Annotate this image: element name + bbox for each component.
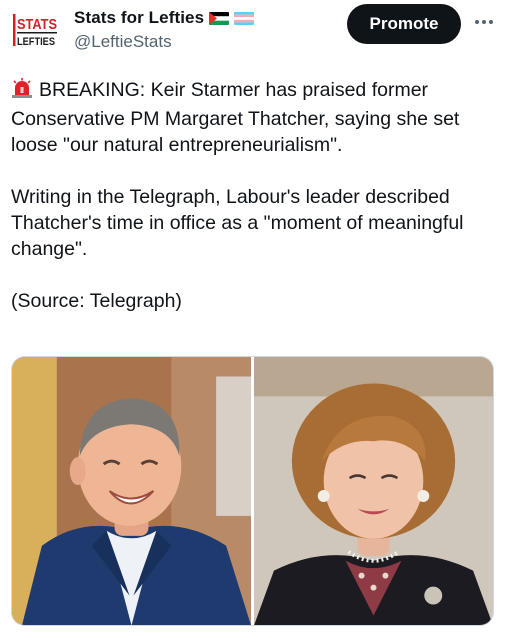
photo-margaret-thatcher[interactable] [254, 357, 493, 625]
siren-emoji-icon [11, 77, 33, 106]
more-options-icon[interactable] [472, 10, 496, 34]
tweet-paragraph-1-text: BREAKING: Keir Starmer has praised forme… [11, 79, 460, 156]
account-name-row: Stats for Lefties [74, 6, 255, 30]
stats-for-lefties-logo-icon: STATS LEFTIES [10, 10, 62, 50]
svg-text:LEFTIES: LEFTIES [17, 36, 55, 48]
tweet-paragraph-1: BREAKING: Keir Starmer has praised forme… [11, 77, 503, 158]
tweet-media [11, 356, 494, 626]
tweet: STATS LEFTIES Stats for Lefties @LeftieS… [0, 0, 510, 643]
tweet-paragraph-2: Writing in the Telegraph, Labour's leade… [11, 186, 464, 260]
promote-button[interactable]: Promote [347, 4, 461, 44]
tweet-text: BREAKING: Keir Starmer has praised forme… [11, 77, 503, 314]
palestine-flag-icon [209, 11, 230, 25]
trans-flag-icon [234, 11, 255, 25]
tweet-paragraph-3: (Source: Telegraph) [11, 290, 182, 312]
avatar[interactable]: STATS LEFTIES [10, 10, 62, 50]
account-handle[interactable]: @LeftieStats [74, 32, 172, 52]
account-name[interactable]: Stats for Lefties [74, 8, 204, 28]
photo-keir-starmer[interactable] [12, 357, 251, 625]
svg-text:STATS: STATS [17, 16, 57, 33]
